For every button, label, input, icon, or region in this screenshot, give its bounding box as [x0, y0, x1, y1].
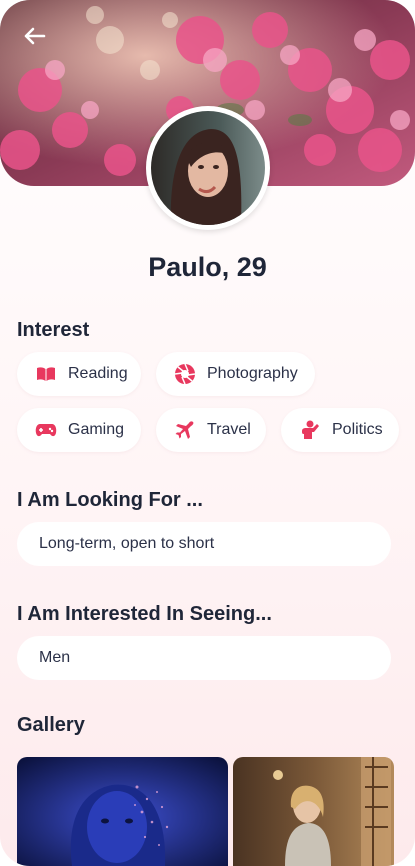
profile-name-age: Paulo, 29 [148, 252, 267, 282]
profile-screen: Paulo, 29 Interest Reading Photography G… [0, 0, 415, 866]
looking-for-heading: I Am Looking For ... [17, 489, 203, 511]
camera-aperture-icon [174, 363, 196, 385]
chip-label: Gaming [68, 421, 125, 438]
chip-label: Reading [68, 365, 128, 382]
interest-chip-photography[interactable]: Photography [156, 352, 315, 396]
avatar[interactable] [146, 106, 270, 230]
gallery-heading: Gallery [17, 714, 85, 736]
interest-heading: Interest [17, 319, 90, 341]
arrow-left-icon [24, 27, 46, 50]
interest-chip-gaming[interactable]: Gaming [17, 408, 141, 452]
airplane-icon [174, 420, 196, 440]
interest-chip-reading[interactable]: Reading [17, 352, 141, 396]
gallery-photo[interactable] [17, 757, 228, 866]
back-button[interactable] [20, 24, 50, 52]
interested-in-field[interactable]: Men [17, 636, 391, 680]
book-icon [35, 364, 57, 384]
gamepad-icon [35, 420, 57, 440]
interested-in-heading: I Am Interested In Seeing... [17, 603, 272, 625]
interest-chip-politics[interactable]: Politics [281, 408, 399, 452]
chip-label: Travel [207, 421, 251, 438]
looking-for-field[interactable]: Long-term, open to short [17, 522, 391, 566]
chip-label: Politics [332, 421, 383, 438]
gallery-photo[interactable] [233, 757, 394, 866]
chip-label: Photography [207, 365, 298, 382]
speaker-person-icon [299, 420, 321, 440]
interest-chip-travel[interactable]: Travel [156, 408, 266, 452]
